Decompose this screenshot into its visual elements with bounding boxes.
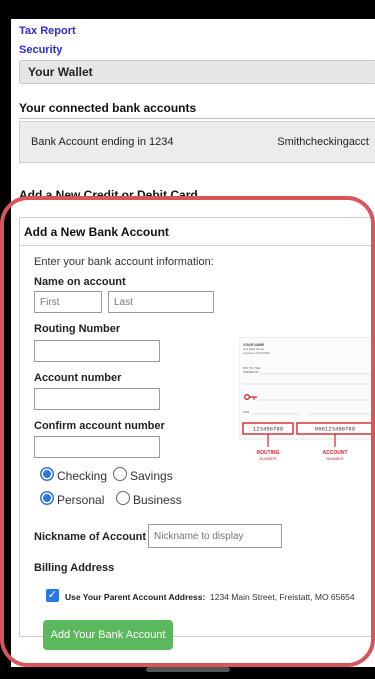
cheque-diagram: YOUR NAME 123 Main Street Anytown, ON 00… bbox=[239, 337, 374, 461]
cheque-for-label: FOR bbox=[243, 410, 250, 414]
screen: Tax Report Security Your Wallet Your con… bbox=[11, 19, 375, 667]
wallet-title: Your Wallet bbox=[28, 65, 93, 79]
add-bank-title: Add a New Bank Account bbox=[20, 218, 375, 246]
form-intro: Enter your bank account information: bbox=[34, 256, 214, 268]
radio-business[interactable] bbox=[116, 491, 130, 505]
radio-personal[interactable] bbox=[40, 491, 54, 505]
nav-link-tax-report[interactable]: Tax Report bbox=[19, 25, 76, 37]
nickname-input[interactable] bbox=[148, 524, 282, 548]
use-parent-address-checkbox[interactable]: ✓ bbox=[46, 589, 59, 602]
wallet-header[interactable]: Your Wallet bbox=[19, 60, 375, 84]
add-bank-account-button[interactable]: Add Your Bank Account bbox=[43, 620, 173, 650]
nav-link-security[interactable]: Security bbox=[19, 44, 62, 56]
confirm-account-label: Confirm account number bbox=[34, 420, 165, 432]
account-label: Bank Account ending in 1234 bbox=[31, 136, 174, 148]
account-number-input[interactable] bbox=[34, 388, 160, 410]
account-nickname: Smithcheckingacct bbox=[277, 136, 369, 148]
parent-address: 1234 Main Street, Freistatt, MO 65654 bbox=[210, 592, 355, 602]
connected-account-row[interactable]: Bank Account ending in 1234 Smithcheckin… bbox=[19, 121, 375, 163]
business-label: Business bbox=[133, 493, 182, 507]
cheque-pay-2: ORDER OF bbox=[243, 370, 259, 374]
checking-label: Checking bbox=[57, 469, 108, 483]
radio-checking[interactable] bbox=[40, 467, 54, 481]
device-frame: Tax Report Security Your Wallet Your con… bbox=[0, 0, 375, 679]
name-label: Name on account bbox=[34, 276, 126, 288]
routing-label: Routing Number bbox=[34, 323, 121, 335]
routing-digits: 123456789 bbox=[253, 426, 283, 433]
add-card-title[interactable]: Add a New Credit or Debit Card bbox=[19, 188, 198, 199]
billing-label: Billing Address bbox=[34, 562, 115, 574]
routing-caption-2: NUMBER bbox=[259, 456, 276, 461]
routing-number-input[interactable] bbox=[34, 340, 160, 362]
radio-savings[interactable] bbox=[113, 467, 127, 481]
first-name-input[interactable] bbox=[34, 291, 102, 313]
account-number-label: Account number bbox=[34, 372, 122, 384]
home-indicator bbox=[146, 667, 230, 672]
savings-label: Savings bbox=[130, 469, 173, 483]
use-parent-address-label: Use Your Parent Account Address: bbox=[65, 592, 206, 602]
account-caption-2: NUMBER bbox=[326, 456, 343, 461]
account-digits: 000123456789 bbox=[315, 426, 355, 433]
nickname-label: Nickname of Account bbox=[34, 531, 147, 543]
personal-label: Personal bbox=[57, 493, 105, 507]
confirm-account-input[interactable] bbox=[34, 436, 160, 458]
cheque-name-3: Anytown, ON 00000 bbox=[243, 351, 270, 355]
connected-accounts-title: Your connected bank accounts bbox=[19, 101, 197, 115]
last-name-input[interactable] bbox=[108, 291, 214, 313]
divider bbox=[19, 118, 375, 119]
